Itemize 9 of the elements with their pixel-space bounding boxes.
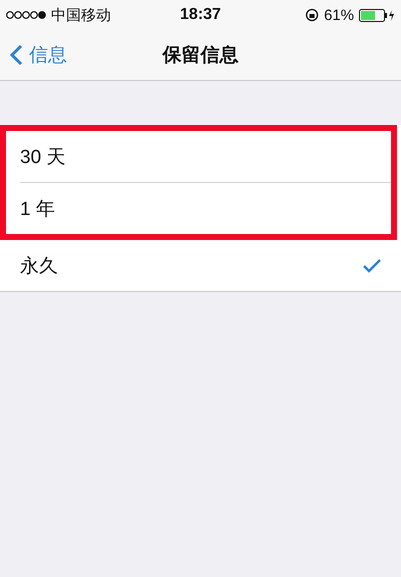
back-button[interactable]: 信息 [0, 42, 77, 68]
battery-percent: 61% [324, 6, 354, 24]
status-time: 18:37 [180, 6, 221, 24]
back-chevron-icon [10, 44, 23, 66]
signal-icon [6, 11, 46, 19]
page-title: 保留信息 [162, 44, 238, 68]
battery-charging-icon [358, 8, 395, 22]
rotation-lock-icon [304, 8, 319, 22]
carrier-name: 中国移动 [51, 6, 111, 24]
